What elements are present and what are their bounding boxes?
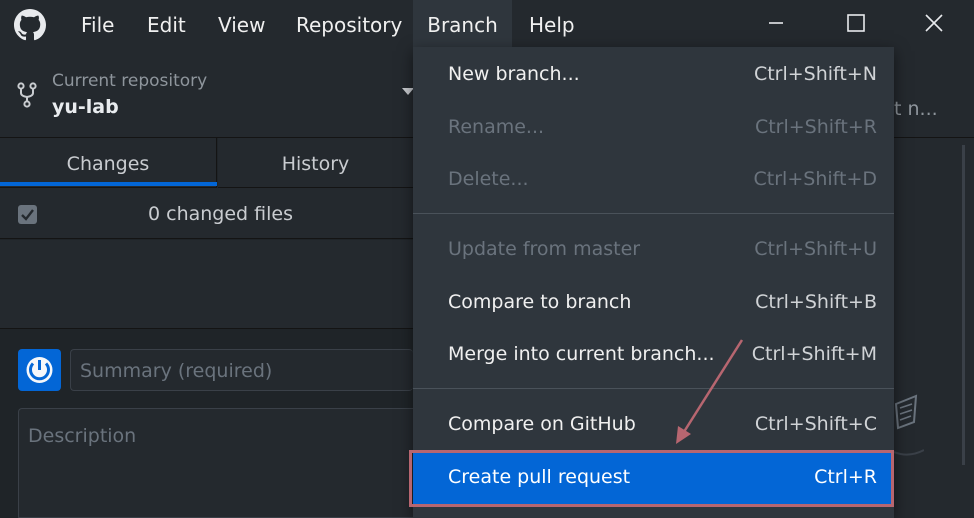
- menu-item-shortcut: Ctrl+Shift+C: [754, 413, 877, 435]
- menu-view[interactable]: View: [218, 0, 265, 47]
- current-repository-label: Current repository: [52, 71, 208, 91]
- menu-item-shortcut: Ctrl+Shift+R: [754, 116, 877, 138]
- menu-item-label: Rename...: [448, 116, 545, 138]
- menu-item-rename[interactable]: Rename... Ctrl+Shift+R: [413, 102, 894, 154]
- menu-item-delete[interactable]: Delete... Ctrl+Shift+D: [413, 154, 894, 206]
- menu-item-label: Delete...: [448, 168, 529, 190]
- menu-separator: [413, 213, 894, 214]
- menu-item-update-from-master[interactable]: Update from master Ctrl+Shift+U: [413, 224, 894, 276]
- menu-item-label: Create pull request: [448, 466, 631, 488]
- menu-item-label: Compare to branch: [448, 291, 632, 313]
- menu-edit[interactable]: Edit: [147, 0, 186, 47]
- description-placeholder: Description: [28, 425, 137, 447]
- menu-item-label: Merge into current branch...: [448, 343, 715, 365]
- branch-menu: New branch... Ctrl+Shift+N Rename... Ctr…: [413, 47, 894, 518]
- menu-item-label: New branch...: [448, 63, 580, 85]
- menu-branch[interactable]: Branch: [413, 0, 512, 47]
- menu-item-label: Compare on GitHub: [448, 413, 636, 435]
- menu-item-shortcut: Ctrl+Shift+D: [753, 168, 877, 190]
- menu-separator: [413, 388, 894, 389]
- summary-placeholder: Summary (required): [80, 360, 273, 382]
- menu-item-merge-into-current-branch[interactable]: Merge into current branch... Ctrl+Shift+…: [413, 329, 894, 381]
- github-logo-icon: [14, 9, 46, 41]
- menu-item-compare-on-github[interactable]: Compare on GitHub Ctrl+Shift+C: [413, 399, 894, 451]
- maximize-icon[interactable]: [841, 8, 871, 38]
- file-list-area: [0, 240, 413, 328]
- repo-fork-icon: [17, 82, 37, 108]
- menu-file[interactable]: File: [81, 0, 114, 47]
- changed-files-count: 0 changed files: [148, 203, 293, 225]
- menu-item-shortcut: Ctrl+Shift+B: [755, 291, 877, 313]
- close-icon[interactable]: [919, 8, 949, 38]
- avatar[interactable]: [18, 349, 61, 391]
- menu-repository[interactable]: Repository: [296, 0, 402, 47]
- checkmark-icon: [21, 209, 34, 221]
- active-tab-indicator: [0, 182, 217, 186]
- title-bar: File Edit View Repository Branch Help: [0, 0, 974, 47]
- menu-item-create-pull-request[interactable]: Create pull request Ctrl+R: [413, 452, 894, 504]
- menu-item-shortcut: Ctrl+Shift+M: [751, 343, 877, 365]
- scrollbar[interactable]: [962, 145, 965, 465]
- select-all-checkbox[interactable]: [18, 205, 37, 224]
- menu-item-shortcut: Ctrl+R: [814, 466, 877, 488]
- sync-icon: [26, 357, 53, 383]
- menu-item-new-branch[interactable]: New branch... Ctrl+Shift+N: [413, 49, 894, 101]
- menu-item-compare-to-branch[interactable]: Compare to branch Ctrl+Shift+B: [413, 277, 894, 329]
- menu-help[interactable]: Help: [529, 0, 575, 47]
- menu-item-label: Update from master: [448, 238, 641, 260]
- branch-toolbar-text[interactable]: t n...: [894, 98, 938, 120]
- current-repository-name[interactable]: yu-lab: [52, 96, 119, 118]
- tab-history[interactable]: History: [218, 138, 413, 188]
- tab-changes[interactable]: Changes: [0, 138, 217, 188]
- menu-item-shortcut: Ctrl+Shift+U: [754, 238, 877, 260]
- minimize-icon[interactable]: [761, 8, 791, 38]
- empty-state-illustration-icon: [894, 394, 924, 456]
- menu-item-shortcut: Ctrl+Shift+N: [753, 63, 877, 85]
